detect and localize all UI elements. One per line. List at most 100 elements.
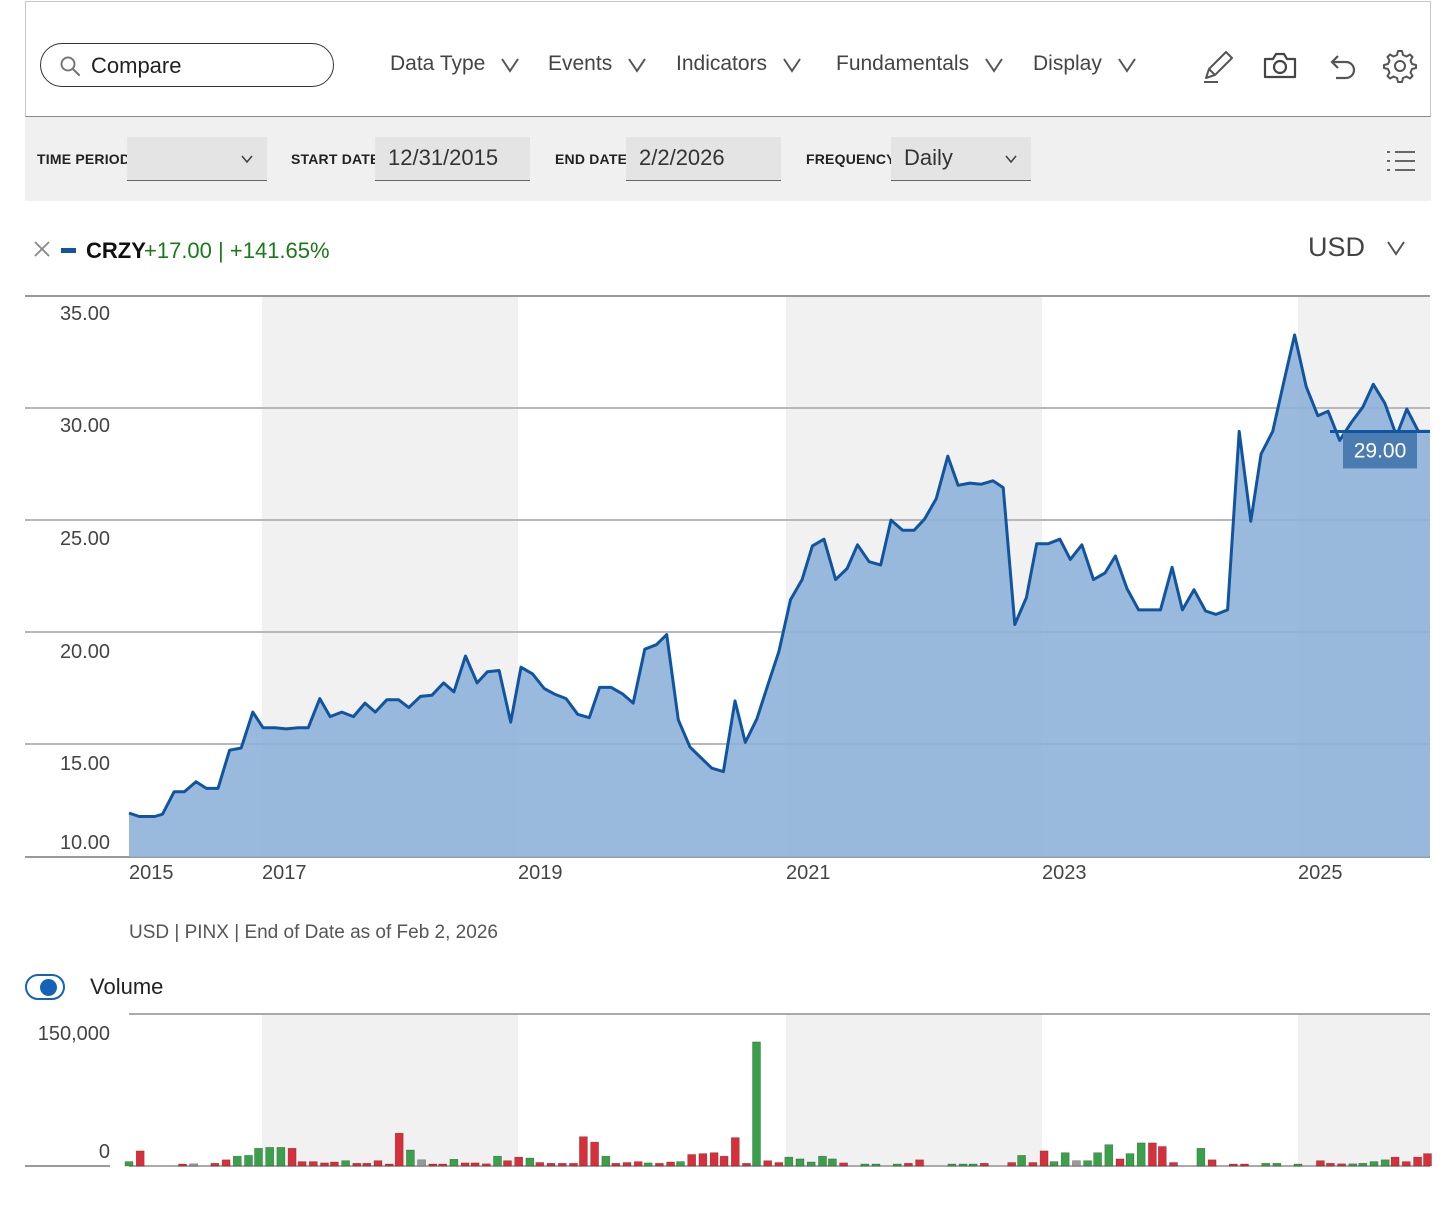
volume-toggle-row: Volume xyxy=(25,970,325,1004)
volume-bar xyxy=(611,1163,621,1167)
volume-bar xyxy=(124,1161,134,1167)
volume-bar xyxy=(871,1163,881,1167)
volume-bar xyxy=(1316,1160,1325,1167)
volume-bar xyxy=(320,1162,329,1167)
volume-bar xyxy=(763,1160,773,1167)
year-band xyxy=(1298,1015,1430,1166)
volume-bar xyxy=(1072,1160,1081,1167)
volume-bar xyxy=(709,1152,719,1167)
volume-bar xyxy=(904,1163,913,1167)
volume-bar xyxy=(1358,1163,1368,1167)
volume-bar xyxy=(1017,1155,1026,1167)
volume-bar xyxy=(1390,1156,1400,1167)
last-price-label: 29.00 xyxy=(1354,439,1407,462)
volume-bar xyxy=(503,1160,512,1167)
price-x-axis: 2015 2017 2019 2021 2023 2025 xyxy=(129,862,1343,884)
volume-label: Volume xyxy=(90,974,164,999)
volume-year-bands xyxy=(262,1015,1430,1166)
volume-bar xyxy=(525,1157,535,1167)
volume-bar xyxy=(341,1160,350,1167)
volume-bar xyxy=(1196,1148,1206,1167)
volume-bar xyxy=(1261,1163,1270,1167)
volume-bar xyxy=(1148,1142,1157,1167)
volume-bar xyxy=(1104,1144,1114,1167)
volume-bar xyxy=(1272,1163,1282,1167)
volume-bar xyxy=(742,1163,751,1167)
volume-bar xyxy=(493,1155,502,1167)
volume-bar xyxy=(1083,1160,1092,1167)
volume-bar xyxy=(1402,1161,1411,1167)
volume-bar xyxy=(297,1161,307,1167)
volume-bar xyxy=(546,1163,556,1167)
volume-bar xyxy=(189,1163,198,1167)
volume-bar xyxy=(915,1159,924,1167)
volume-bar xyxy=(839,1162,848,1167)
volume-bar xyxy=(287,1148,297,1167)
volume-bar xyxy=(1337,1163,1346,1167)
volume-bar xyxy=(1380,1159,1390,1167)
volume-bar xyxy=(968,1163,978,1167)
volume-y-tick-label: 150,000 xyxy=(38,1023,110,1045)
volume-bar xyxy=(655,1163,664,1167)
volume-bar xyxy=(1093,1152,1102,1167)
volume-bar xyxy=(1229,1163,1238,1167)
volume-bar xyxy=(1326,1163,1335,1167)
volume-bar xyxy=(373,1160,383,1167)
volume-bar xyxy=(774,1162,784,1167)
volume-bar xyxy=(569,1163,578,1167)
y-tick-label: 10.00 xyxy=(60,832,110,854)
volume-bar xyxy=(535,1162,545,1167)
volume-bar xyxy=(1049,1161,1059,1167)
volume-bar xyxy=(1060,1152,1070,1167)
volume-toggle[interactable] xyxy=(25,974,65,1000)
volume-bar xyxy=(406,1149,415,1167)
volume-bar xyxy=(384,1163,394,1167)
volume-bar xyxy=(1136,1142,1146,1167)
volume-bar xyxy=(470,1162,480,1167)
y-tick-label: 35.00 xyxy=(60,303,110,325)
chart-footnote: USD | PINX | End of Date as of Feb 2, 20… xyxy=(129,922,498,943)
volume-bar xyxy=(1369,1161,1379,1167)
volume-bar xyxy=(276,1147,286,1167)
volume-bar xyxy=(579,1136,588,1167)
volume-gridlines xyxy=(25,1013,1430,1167)
volume-bar xyxy=(1423,1153,1432,1167)
volume-bar xyxy=(254,1148,263,1167)
volume-bar xyxy=(730,1137,740,1167)
volume-bar xyxy=(265,1147,275,1167)
x-tick-label: 2015 xyxy=(129,862,174,884)
y-tick-label: 15.00 xyxy=(60,753,110,775)
volume-bar xyxy=(666,1161,675,1167)
volume-bar xyxy=(828,1158,837,1167)
volume-bar xyxy=(1125,1153,1135,1167)
volume-bar xyxy=(818,1155,827,1167)
volume-bar xyxy=(1240,1163,1249,1167)
volume-bar xyxy=(438,1163,448,1167)
volume-bar xyxy=(1039,1150,1049,1167)
year-band xyxy=(786,1015,1042,1166)
y-tick-label: 20.00 xyxy=(60,641,110,663)
volume-bar xyxy=(244,1155,253,1167)
volume-bar xyxy=(643,1162,653,1167)
x-tick-label: 2023 xyxy=(1042,862,1087,884)
volume-bar xyxy=(557,1163,567,1167)
year-band xyxy=(262,1015,518,1166)
price-y-axis: 35.00 30.00 25.00 20.00 15.00 10.00 xyxy=(60,303,110,854)
last-price-tag: 29.00 xyxy=(1330,429,1430,469)
volume-bar xyxy=(752,1041,761,1167)
volume-bar xyxy=(601,1155,611,1167)
volume-bar xyxy=(308,1161,318,1167)
volume-bar xyxy=(1158,1146,1167,1167)
volume-bar xyxy=(1293,1163,1303,1167)
y-tick-label: 25.00 xyxy=(60,528,110,550)
volume-bar xyxy=(1413,1156,1422,1167)
volume-bar xyxy=(590,1141,599,1167)
volume-bar xyxy=(233,1155,242,1167)
volume-bar xyxy=(806,1161,816,1167)
x-tick-label: 2017 xyxy=(262,862,307,884)
volume-y-axis: 150,000 0 xyxy=(38,1023,110,1163)
price-volume-chart[interactable]: 35.00 30.00 25.00 20.00 15.00 10.00 2015 2017 2… xyxy=(0,0,1456,1218)
y-tick-label: 30.00 xyxy=(60,415,110,437)
volume-bar xyxy=(428,1163,438,1167)
volume-bar xyxy=(719,1155,729,1167)
